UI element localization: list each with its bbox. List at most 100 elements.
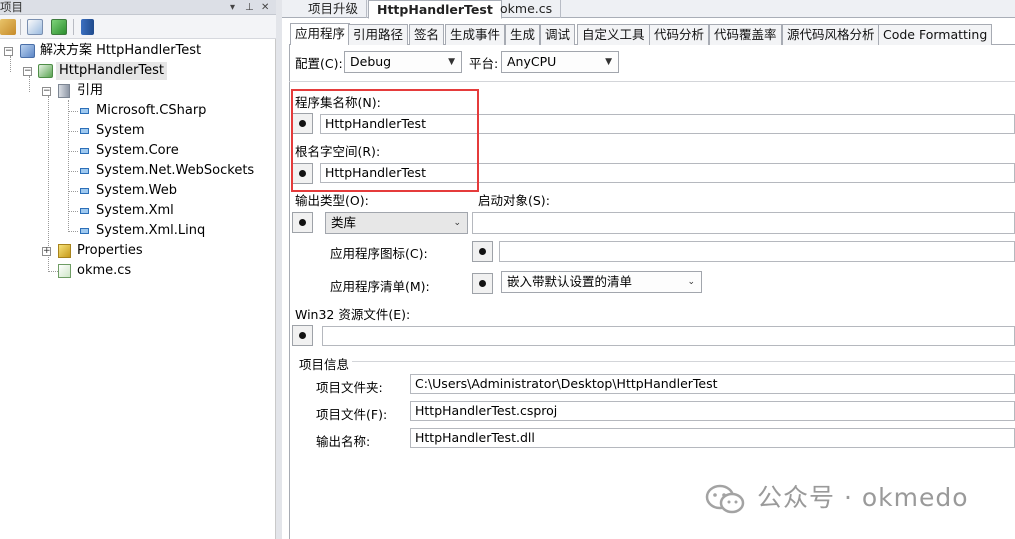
properties-folder-icon — [58, 244, 71, 258]
reference-label: System.Xml — [96, 203, 174, 218]
tab-build-events[interactable]: 生成事件 — [445, 24, 506, 45]
explorer-toolbar — [0, 15, 276, 39]
tab-custom-tools[interactable]: 自定义工具 — [577, 24, 650, 45]
divider — [289, 81, 1015, 82]
property-binding-button[interactable] — [292, 212, 313, 233]
divider — [352, 361, 1015, 362]
root-namespace-input[interactable]: HttpHandlerTest — [320, 163, 1015, 183]
solution-label: 解决方案 HttpHandlerTest — [40, 43, 202, 58]
config-label: 配置(C): — [295, 56, 343, 71]
tree-item-project[interactable]: − HttpHandlerTest — [0, 61, 275, 81]
reference-item[interactable]: System.Core — [0, 141, 275, 161]
reference-item[interactable]: System.Net.WebSockets — [0, 161, 275, 181]
startup-object-select[interactable] — [472, 212, 1015, 234]
collapse-icon[interactable]: − — [42, 87, 51, 96]
references-folder-icon — [58, 84, 70, 98]
chevron-down-icon: ▼ — [448, 57, 455, 67]
platform-select[interactable]: AnyCPU ▼ — [501, 51, 619, 73]
startup-object-label: 启动对象(S): — [478, 193, 550, 208]
pin-icon[interactable]: ⊥ — [245, 0, 254, 15]
tab-reference-paths[interactable]: 引用路径 — [348, 24, 409, 45]
csharp-file-icon — [58, 264, 71, 278]
property-binding-button[interactable] — [472, 241, 493, 262]
application-manifest-label: 应用程序清单(M): — [330, 279, 430, 294]
tree-item-file[interactable]: okme.cs — [0, 261, 275, 281]
chevron-down-icon: ⌄ — [453, 218, 461, 228]
reference-item[interactable]: System.Xml — [0, 201, 275, 221]
project-folder-value: C:\Users\Administrator\Desktop\HttpHandl… — [410, 374, 1015, 394]
project-folder-label: 项目文件夹: — [316, 380, 383, 395]
property-tab-strip: 应用程序 引用路径 签名 生成事件 生成 调试 自定义工具 代码分析 代码覆盖率… — [289, 23, 1015, 46]
assembly-reference-icon — [80, 148, 89, 154]
explorer-title-bar: 项目 ▾ ⊥ ✕ — [0, 0, 276, 15]
application-icon-select[interactable] — [499, 241, 1015, 262]
assembly-name-input[interactable]: HttpHandlerTest — [320, 114, 1015, 134]
show-all-files-icon[interactable] — [27, 19, 43, 35]
assembly-reference-icon — [80, 108, 89, 114]
collapse-icon[interactable]: − — [23, 67, 32, 76]
project-label: HttpHandlerTest — [56, 62, 168, 80]
collapse-icon[interactable]: − — [4, 47, 13, 56]
refresh-icon[interactable] — [51, 19, 67, 35]
tree-item-properties[interactable]: + Properties — [0, 241, 275, 261]
config-value: Debug — [350, 54, 392, 69]
assembly-reference-icon — [80, 128, 89, 134]
solution-explorer: 项目 ▾ ⊥ ✕ − 解决方案 HttpHandlerTest − HttpHa… — [0, 0, 276, 539]
output-name-label: 输出名称: — [316, 434, 371, 449]
config-select[interactable]: Debug ▼ — [344, 51, 462, 73]
property-binding-button[interactable] — [472, 273, 493, 294]
properties-label: Properties — [77, 243, 143, 258]
reference-label: System.Web — [96, 183, 177, 198]
project-file-label: 项目文件(F): — [316, 407, 388, 422]
properties-icon[interactable] — [0, 19, 16, 35]
tree-item-references[interactable]: − 引用 — [0, 81, 275, 101]
toolbar-separator — [20, 19, 21, 35]
doc-tab-httphandlertest[interactable]: HttpHandlerTest — [368, 0, 502, 19]
property-binding-button[interactable] — [292, 163, 313, 184]
tab-signing[interactable]: 签名 — [409, 24, 445, 45]
output-type-value: 类库 — [331, 215, 357, 230]
assembly-reference-icon — [80, 228, 89, 234]
doc-tab-okme[interactable]: okme.cs — [492, 0, 562, 18]
project-file-value: HttpHandlerTest.csproj — [410, 401, 1015, 421]
platform-value: AnyCPU — [507, 54, 557, 69]
win32-resource-label: Win32 资源文件(E): — [295, 307, 411, 322]
reference-label: System.Core — [96, 143, 179, 158]
tab-source-style-analysis[interactable]: 源代码风格分析 — [782, 24, 880, 45]
tab-debug[interactable]: 调试 — [540, 24, 576, 45]
document-tab-strip: 项目升级 HttpHandlerTest okme.cs — [282, 0, 1015, 19]
view-class-diagram-icon[interactable] — [81, 19, 94, 35]
reference-label: System.Net.WebSockets — [96, 163, 255, 178]
explorer-title: 项目 — [0, 0, 23, 14]
reference-item[interactable]: System — [0, 121, 275, 141]
doc-tab-project-upgrade[interactable]: 项目升级 — [300, 0, 368, 18]
reference-item[interactable]: Microsoft.CSharp — [0, 101, 275, 121]
tab-application[interactable]: 应用程序 — [290, 23, 351, 46]
close-icon[interactable]: ✕ — [261, 0, 269, 15]
reference-item[interactable]: System.Xml.Linq — [0, 221, 275, 241]
output-type-select[interactable]: 类库 ⌄ — [325, 212, 468, 234]
reference-label: System — [96, 123, 145, 138]
tab-code-coverage[interactable]: 代码覆盖率 — [709, 24, 782, 45]
tab-build[interactable]: 生成 — [505, 24, 541, 45]
expand-icon[interactable]: + — [42, 247, 51, 256]
win32-resource-input[interactable] — [322, 326, 1015, 346]
dropdown-icon[interactable]: ▾ — [230, 0, 235, 15]
tree-item-solution[interactable]: − 解决方案 HttpHandlerTest — [0, 41, 275, 61]
property-binding-button[interactable] — [292, 325, 313, 346]
application-manifest-select[interactable]: 嵌入带默认设置的清单 ⌄ — [501, 271, 702, 293]
csharp-project-icon — [38, 64, 53, 78]
reference-item[interactable]: System.Web — [0, 181, 275, 201]
references-label: 引用 — [77, 83, 104, 98]
assembly-reference-icon — [80, 208, 89, 214]
reference-label: Microsoft.CSharp — [96, 103, 207, 118]
manifest-value: 嵌入带默认设置的清单 — [507, 274, 633, 289]
chevron-down-icon: ▼ — [605, 57, 612, 67]
tab-code-formatting[interactable]: Code Formatting — [878, 24, 993, 45]
root-namespace-label: 根名字空间(R): — [295, 144, 381, 159]
tab-code-analysis[interactable]: 代码分析 — [649, 24, 710, 45]
splitter[interactable] — [276, 0, 282, 539]
output-name-value: HttpHandlerTest.dll — [410, 428, 1015, 448]
toolbar-separator — [73, 19, 74, 35]
property-binding-button[interactable] — [292, 113, 313, 134]
